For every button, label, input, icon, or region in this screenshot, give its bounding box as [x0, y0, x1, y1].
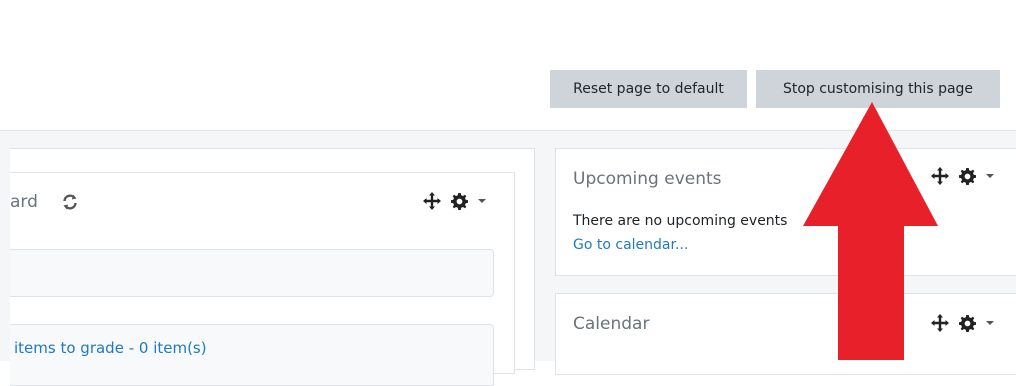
upcoming-block-controls: [931, 167, 994, 185]
move-icon[interactable]: [931, 167, 949, 185]
dashboard-block-controls: [423, 192, 486, 210]
dashboard-block-title: ard: [10, 192, 38, 212]
caret-down-icon[interactable]: [986, 172, 994, 180]
calendar-block: Calendar: [555, 293, 1016, 375]
go-to-calendar-link[interactable]: Go to calendar...: [573, 237, 688, 253]
gear-icon[interactable]: [959, 167, 976, 185]
no-events-text: There are no upcoming events: [573, 213, 788, 229]
stop-customising-button[interactable]: Stop customising this page: [756, 70, 1000, 108]
move-icon[interactable]: [423, 192, 441, 210]
refresh-icon[interactable]: [61, 193, 79, 215]
gear-icon[interactable]: [451, 192, 468, 210]
caret-down-icon[interactable]: [478, 197, 486, 205]
dashboard-inner-panel: [10, 249, 494, 297]
reset-page-button[interactable]: Reset page to default: [550, 70, 747, 108]
caret-down-icon[interactable]: [986, 319, 994, 327]
move-icon[interactable]: [931, 314, 949, 332]
gear-icon[interactable]: [959, 314, 976, 332]
items-to-grade-link[interactable]: items to grade - 0 item(s): [14, 339, 207, 357]
calendar-block-controls: [931, 314, 994, 332]
calendar-title: Calendar: [573, 314, 650, 334]
upcoming-events-title: Upcoming events: [573, 169, 722, 189]
